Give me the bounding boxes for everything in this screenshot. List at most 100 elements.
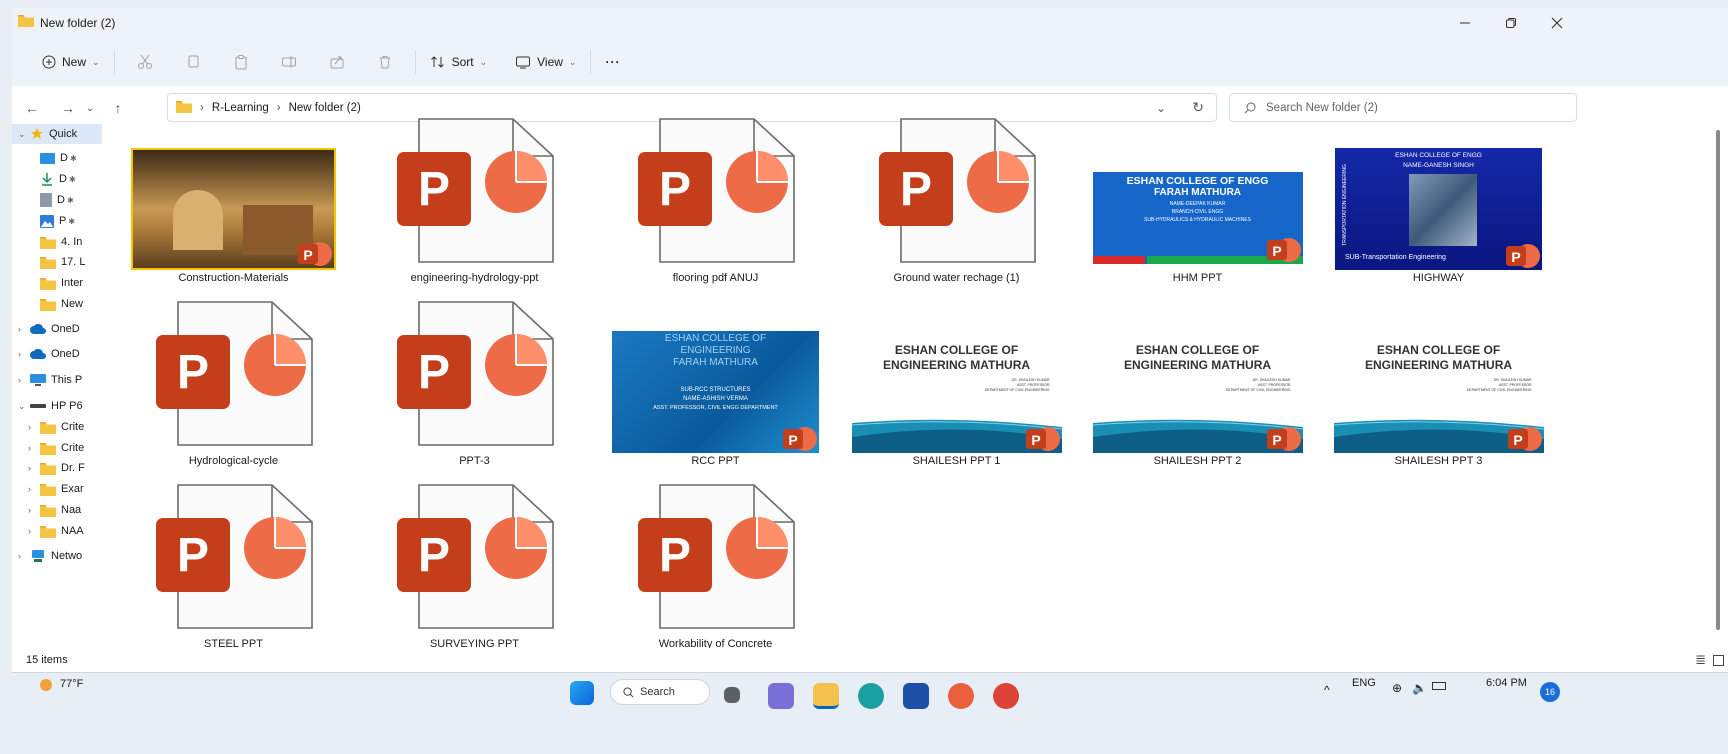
- sidebar-item-12[interactable]: › This P: [18, 370, 82, 390]
- cut-button[interactable]: [133, 50, 157, 74]
- file-thumbnail[interactable]: P: [608, 476, 823, 636]
- file-thumbnail[interactable]: ESHAN COLLEGE OF ENGG FARAH MATHURA NAME-D…: [1090, 110, 1305, 270]
- minimize-button[interactable]: [1442, 8, 1488, 38]
- file-item[interactable]: ESHAN COLLEGE OF ENGG FARAH MATHURA NAME-D…: [1090, 110, 1305, 285]
- sidebar-item-1[interactable]: ⌄ Quick: [12, 124, 102, 144]
- back-button[interactable]: ←: [18, 94, 46, 122]
- taskbar-search-box[interactable]: Search: [610, 679, 710, 705]
- file-thumbnail[interactable]: P: [367, 293, 582, 453]
- sidebar-item-19[interactable]: › NAA: [28, 521, 84, 541]
- file-name[interactable]: flooring pdf ANUJ: [608, 272, 823, 284]
- file-thumbnail[interactable]: ESHAN COLLEGE OF ENGINEERING MATHURA DR. S…: [849, 293, 1064, 453]
- chevron-right-icon[interactable]: ›: [28, 505, 40, 515]
- sidebar-item-5[interactable]: P ✱: [28, 211, 75, 231]
- paste-button[interactable]: [229, 50, 253, 74]
- file-name[interactable]: SHAILESH PPT 3: [1331, 455, 1546, 467]
- file-thumbnail[interactable]: ESHAN COLLEGE OF ENGINEERING MATHURA DR. S…: [1090, 293, 1305, 453]
- chevron-right-icon[interactable]: ›: [28, 443, 40, 453]
- file-name[interactable]: RCC PPT: [608, 455, 823, 467]
- file-name[interactable]: engineering-hydrology-ppt: [367, 272, 582, 284]
- battery-icon[interactable]: [1432, 682, 1446, 690]
- sidebar-item-7[interactable]: 17. L: [28, 252, 85, 272]
- file-thumbnail[interactable]: ESHAN COLLEGE OF ENGINEERING MATHURA DR. S…: [1331, 293, 1546, 453]
- file-item[interactable]: ESHAN COLLEGE OF ENGINEERING MATHURA DR. S…: [1090, 293, 1305, 468]
- view-button[interactable]: View ⌄: [507, 46, 584, 78]
- file-item[interactable]: Pflooring pdf ANUJ: [608, 110, 823, 285]
- chevron-down-icon[interactable]: ⌄: [18, 129, 30, 140]
- sidebar-item-20[interactable]: › Netwo: [18, 546, 82, 566]
- clock-time[interactable]: 6:04 PM: [1486, 677, 1527, 689]
- file-item[interactable]: P Workability of Concrete: [608, 476, 823, 651]
- close-button[interactable]: [1534, 8, 1580, 38]
- sidebar-item-13[interactable]: ⌄ HP P6: [18, 396, 83, 416]
- file-item[interactable]: P Construction-Materials: [126, 110, 341, 285]
- rename-button[interactable]: [277, 50, 301, 74]
- sidebar-item-4[interactable]: D ✱: [28, 190, 74, 210]
- sidebar-item-11[interactable]: › OneD: [18, 344, 80, 364]
- file-item[interactable]: P Ground water rechage (1): [849, 110, 1064, 285]
- chevron-right-icon[interactable]: ›: [18, 375, 30, 385]
- file-item[interactable]: ESHAN COLLEGE OF ENGINEERING MATHURA DR. S…: [849, 293, 1064, 468]
- file-name[interactable]: PPT-3: [367, 455, 582, 467]
- file-thumbnail[interactable]: P: [126, 293, 341, 453]
- task-view-icon[interactable]: [724, 687, 740, 703]
- firefox-icon[interactable]: [948, 683, 974, 709]
- file-name[interactable]: HHM PPT: [1090, 272, 1305, 284]
- volume-icon[interactable]: 🔈: [1412, 681, 1427, 695]
- language-indicator[interactable]: ENG: [1352, 677, 1376, 689]
- sidebar-item-3[interactable]: D ✱: [28, 169, 76, 189]
- new-button[interactable]: New ⌄: [34, 46, 108, 78]
- file-thumbnail[interactable]: P: [849, 110, 1064, 270]
- file-item[interactable]: P PPT-3: [367, 293, 582, 468]
- file-thumbnail[interactable]: P: [126, 476, 341, 636]
- tiles-view-icon[interactable]: [1713, 654, 1724, 666]
- edge-icon[interactable]: [858, 683, 884, 709]
- delete-button[interactable]: [373, 50, 397, 74]
- show-hidden-icons-icon[interactable]: ^: [1324, 683, 1330, 697]
- file-thumbnail[interactable]: P: [608, 110, 823, 270]
- weather-widget[interactable]: 77°F: [36, 677, 83, 691]
- sidebar-item-9[interactable]: New: [28, 294, 83, 314]
- file-name[interactable]: HIGHWAY: [1331, 272, 1546, 284]
- chevron-right-icon[interactable]: ›: [18, 324, 30, 334]
- file-thumbnail[interactable]: P: [367, 476, 582, 636]
- file-item[interactable]: P SURVEYING PPT: [367, 476, 582, 651]
- file-name[interactable]: SHAILESH PPT 2: [1090, 455, 1305, 467]
- store-icon[interactable]: [903, 683, 929, 709]
- scrollbar[interactable]: [1714, 130, 1722, 650]
- file-item[interactable]: ESHAN COLLEGE OF ENGINEERING MATHURA DR. S…: [1331, 293, 1546, 468]
- forward-button[interactable]: →: [54, 94, 82, 122]
- chevron-right-icon[interactable]: ›: [18, 551, 30, 561]
- sidebar-item-17[interactable]: › Exar: [28, 479, 84, 499]
- restore-button[interactable]: [1488, 8, 1534, 38]
- scrollbar-thumb[interactable]: [1716, 130, 1720, 630]
- details-view-icon[interactable]: ≣: [1695, 652, 1706, 668]
- recent-locations-button[interactable]: ⌄: [82, 94, 98, 122]
- file-name[interactable]: Hydrological-cycle: [126, 455, 341, 467]
- share-button[interactable]: [325, 50, 349, 74]
- file-thumbnail[interactable]: P: [367, 110, 582, 270]
- more-options-button[interactable]: ···: [597, 46, 628, 78]
- network-icon[interactable]: ⊕: [1392, 681, 1402, 695]
- sidebar-item-15[interactable]: › Crite: [28, 438, 84, 458]
- file-thumbnail[interactable]: ESHAN COLLEGE OF ENGINEERING FARAH MATHURA…: [608, 293, 823, 453]
- chevron-right-icon[interactable]: ›: [28, 526, 40, 536]
- file-item[interactable]: P STEEL PPT: [126, 476, 341, 651]
- file-name[interactable]: SHAILESH PPT 1: [849, 455, 1064, 467]
- sort-button[interactable]: Sort ⌄: [422, 46, 496, 78]
- sidebar-item-18[interactable]: › Naa: [28, 500, 81, 520]
- chrome-icon[interactable]: [993, 683, 1019, 709]
- file-item[interactable]: Pengineering-hydrology-ppt: [367, 110, 582, 285]
- chevron-right-icon[interactable]: ›: [28, 422, 40, 432]
- sidebar-item-14[interactable]: › Crite: [28, 417, 84, 437]
- file-item[interactable]: ESHAN COLLEGE OF ENGINEERING FARAH MATHURA…: [608, 293, 823, 468]
- teams-icon[interactable]: [768, 683, 794, 709]
- file-explorer-icon[interactable]: [813, 683, 839, 709]
- file-item[interactable]: ESHAN COLLEGE OF ENGG NAME-GANESH SINGH TR…: [1331, 110, 1546, 285]
- chevron-right-icon[interactable]: ›: [28, 484, 40, 494]
- sidebar-item-8[interactable]: Inter: [28, 273, 83, 293]
- copy-button[interactable]: [181, 50, 205, 74]
- sidebar-item-6[interactable]: 4. In: [28, 232, 82, 252]
- sidebar-item-16[interactable]: › Dr. F: [28, 458, 85, 478]
- file-name[interactable]: Ground water rechage (1): [849, 272, 1064, 284]
